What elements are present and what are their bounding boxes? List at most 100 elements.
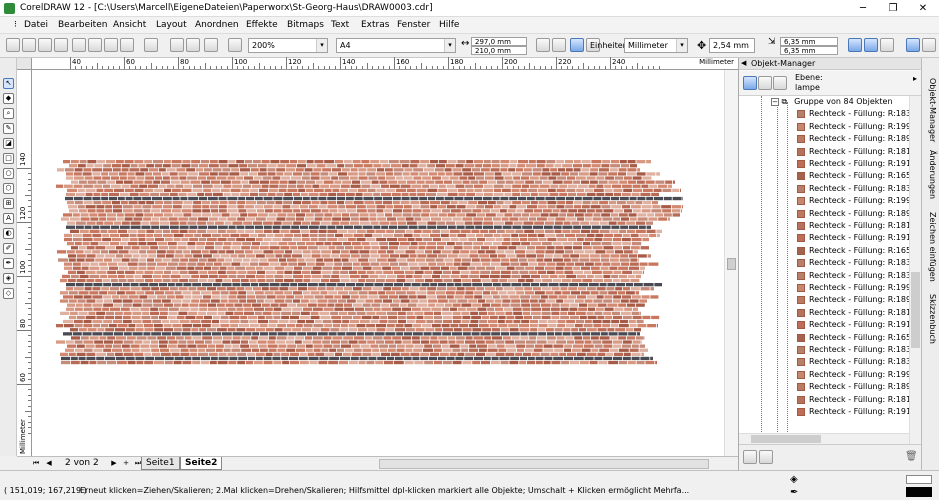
options-icon[interactable] — [906, 38, 920, 52]
canvas-horizontal-scrollbar[interactable] — [379, 459, 709, 469]
restore-button[interactable]: ❐ — [878, 1, 908, 16]
redo-icon[interactable] — [144, 38, 158, 52]
zoom-level-select[interactable]: 200% ▾ — [248, 38, 328, 53]
menu-bearbeiten[interactable]: Bearbeiten — [58, 20, 107, 30]
units-select[interactable]: Millimeter ▾ — [624, 38, 688, 53]
menu-layout[interactable]: Layout — [156, 20, 187, 30]
snap-to-guidelines-icon[interactable] — [864, 38, 878, 52]
menu-fenster[interactable]: Fenster — [397, 20, 430, 30]
treat-as-filled-icon[interactable] — [922, 38, 936, 52]
copy-icon[interactable] — [88, 38, 102, 52]
undo-icon[interactable] — [120, 38, 134, 52]
brick — [618, 336, 627, 340]
save-icon[interactable] — [38, 38, 52, 52]
fill-color-swatch[interactable] — [906, 475, 932, 484]
open-icon[interactable] — [22, 38, 36, 52]
page-width-input[interactable]: 297,0 mm — [471, 37, 527, 46]
menu-effekte[interactable]: Effekte — [246, 20, 278, 30]
export-icon[interactable] — [186, 38, 200, 52]
tab-seite2[interactable]: Seite2 — [180, 457, 223, 470]
smart-fill-tool-icon[interactable]: ◪ — [3, 138, 14, 149]
panel-hscroll-thumb[interactable] — [751, 435, 821, 443]
scrollbar-thumb[interactable] — [727, 258, 736, 270]
snap-to-objects-icon[interactable] — [880, 38, 894, 52]
paste-icon[interactable] — [104, 38, 118, 52]
edit-across-layers-icon[interactable] — [758, 76, 772, 90]
shape-tool-icon[interactable]: ◆ — [3, 93, 14, 104]
freehand-tool-icon[interactable]: ✎ — [3, 123, 14, 134]
first-page-button[interactable]: ⏮ — [31, 458, 41, 469]
text-tool-icon[interactable]: A — [3, 213, 14, 224]
panel-horizontal-scrollbar[interactable] — [739, 433, 909, 444]
cut-icon[interactable] — [72, 38, 86, 52]
duplicate-x-input[interactable]: 6,35 mm — [780, 37, 838, 46]
horizontal-ruler[interactable]: Millimeter 40 60 80 100 120 140 160 180 200 220 24… — [32, 57, 738, 70]
page-height-input[interactable]: 210,0 mm — [471, 46, 527, 55]
close-button[interactable]: ✕ — [908, 1, 938, 16]
ellipse-tool-icon[interactable]: ○ — [3, 168, 14, 179]
polygon-tool-icon[interactable]: ⬡ — [3, 183, 14, 194]
outline-indicator-icon[interactable]: ✒ — [790, 487, 802, 499]
canvas-vertical-scrollbar[interactable] — [724, 70, 738, 456]
eyedropper-tool-icon[interactable]: ✐ — [3, 243, 14, 254]
menu-extras[interactable]: Extras — [361, 20, 389, 30]
pick-tool-icon[interactable]: ↖ — [3, 78, 14, 89]
tab-skizzenbuch[interactable]: Skizzenbuch — [925, 294, 937, 344]
outline-tool-icon[interactable]: ✒ — [3, 258, 14, 269]
tab-objekt-manager[interactable]: Objekt-Manager — [925, 78, 937, 142]
portrait-icon[interactable] — [536, 38, 550, 52]
new-document-icon[interactable] — [6, 38, 20, 52]
fill-tool-icon[interactable]: ◈ — [3, 273, 14, 284]
brick — [536, 217, 547, 221]
menu-bitmaps[interactable]: Bitmaps — [287, 20, 324, 30]
menu-datei[interactable]: Datei — [24, 20, 48, 30]
collapse-toggle-icon[interactable]: − — [771, 98, 779, 106]
interactive-blend-tool-icon[interactable]: ◐ — [3, 228, 14, 239]
application-launcher-icon[interactable] — [204, 38, 218, 52]
brick — [273, 196, 283, 201]
basic-shapes-tool-icon[interactable]: ⊞ — [3, 198, 14, 209]
duplicate-y-input[interactable]: 6,35 mm — [780, 46, 838, 55]
menu-ansicht[interactable]: Ansicht — [113, 20, 146, 30]
menu-text[interactable]: Text — [331, 20, 349, 30]
tab-aenderungen[interactable]: Änderungen — [925, 150, 937, 199]
brick — [523, 311, 530, 315]
fill-indicator-icon[interactable]: ◈ — [790, 474, 802, 486]
tab-seite1[interactable]: Seite1 — [141, 457, 180, 470]
vertical-ruler[interactable]: Millimeter 140 120 100 80 60 — [17, 70, 32, 456]
drawing-canvas[interactable] — [32, 70, 724, 456]
brick-wall-drawing[interactable] — [32, 70, 724, 456]
panel-scrollbar-thumb[interactable] — [911, 272, 920, 348]
snap-to-grid-icon[interactable] — [848, 38, 862, 52]
tab-zeichen-einfuegen[interactable]: Zeichen einfügen — [925, 212, 937, 282]
corel-online-icon[interactable] — [228, 38, 242, 52]
show-properties-icon[interactable] — [743, 76, 757, 90]
paper-size-select[interactable]: A4 ▾ — [336, 38, 456, 53]
nudge-distance-input[interactable]: 2,54 mm — [709, 38, 755, 53]
interactive-fill-tool-icon[interactable]: ◇ — [3, 288, 14, 299]
panel-menu-icon[interactable]: ▸ — [913, 74, 917, 83]
minimize-button[interactable]: ─ — [848, 1, 878, 16]
add-page-button[interactable]: + — [121, 458, 131, 469]
tree-group-row[interactable]: − ⧉ Gruppe von 84 Objekten — [771, 96, 893, 108]
rectangle-tool-icon[interactable]: □ — [3, 153, 14, 164]
brick — [423, 332, 432, 336]
panel-vertical-scrollbar[interactable] — [909, 96, 921, 456]
brick — [532, 172, 541, 176]
zoom-tool-icon[interactable]: ⌕ — [3, 108, 14, 119]
new-master-layer-icon[interactable] — [759, 450, 773, 464]
trash-icon[interactable]: 🗑 — [905, 451, 918, 462]
menu-anordnen[interactable]: Anordnen — [195, 20, 239, 30]
new-layer-icon[interactable] — [743, 450, 757, 464]
ruler-corner[interactable] — [17, 58, 32, 70]
previous-page-button[interactable]: ◀ — [44, 458, 54, 469]
all-pages-icon[interactable] — [570, 38, 584, 52]
outline-color-swatch[interactable] — [906, 487, 932, 497]
menu-hilfe[interactable]: Hilfe — [439, 20, 459, 30]
next-page-button[interactable]: ▶ — [109, 458, 119, 469]
import-icon[interactable] — [170, 38, 184, 52]
landscape-icon[interactable] — [552, 38, 566, 52]
layer-manager-view-icon[interactable] — [773, 76, 787, 90]
panel-collapse-icon[interactable]: ◀ — [741, 59, 746, 67]
print-icon[interactable] — [54, 38, 68, 52]
